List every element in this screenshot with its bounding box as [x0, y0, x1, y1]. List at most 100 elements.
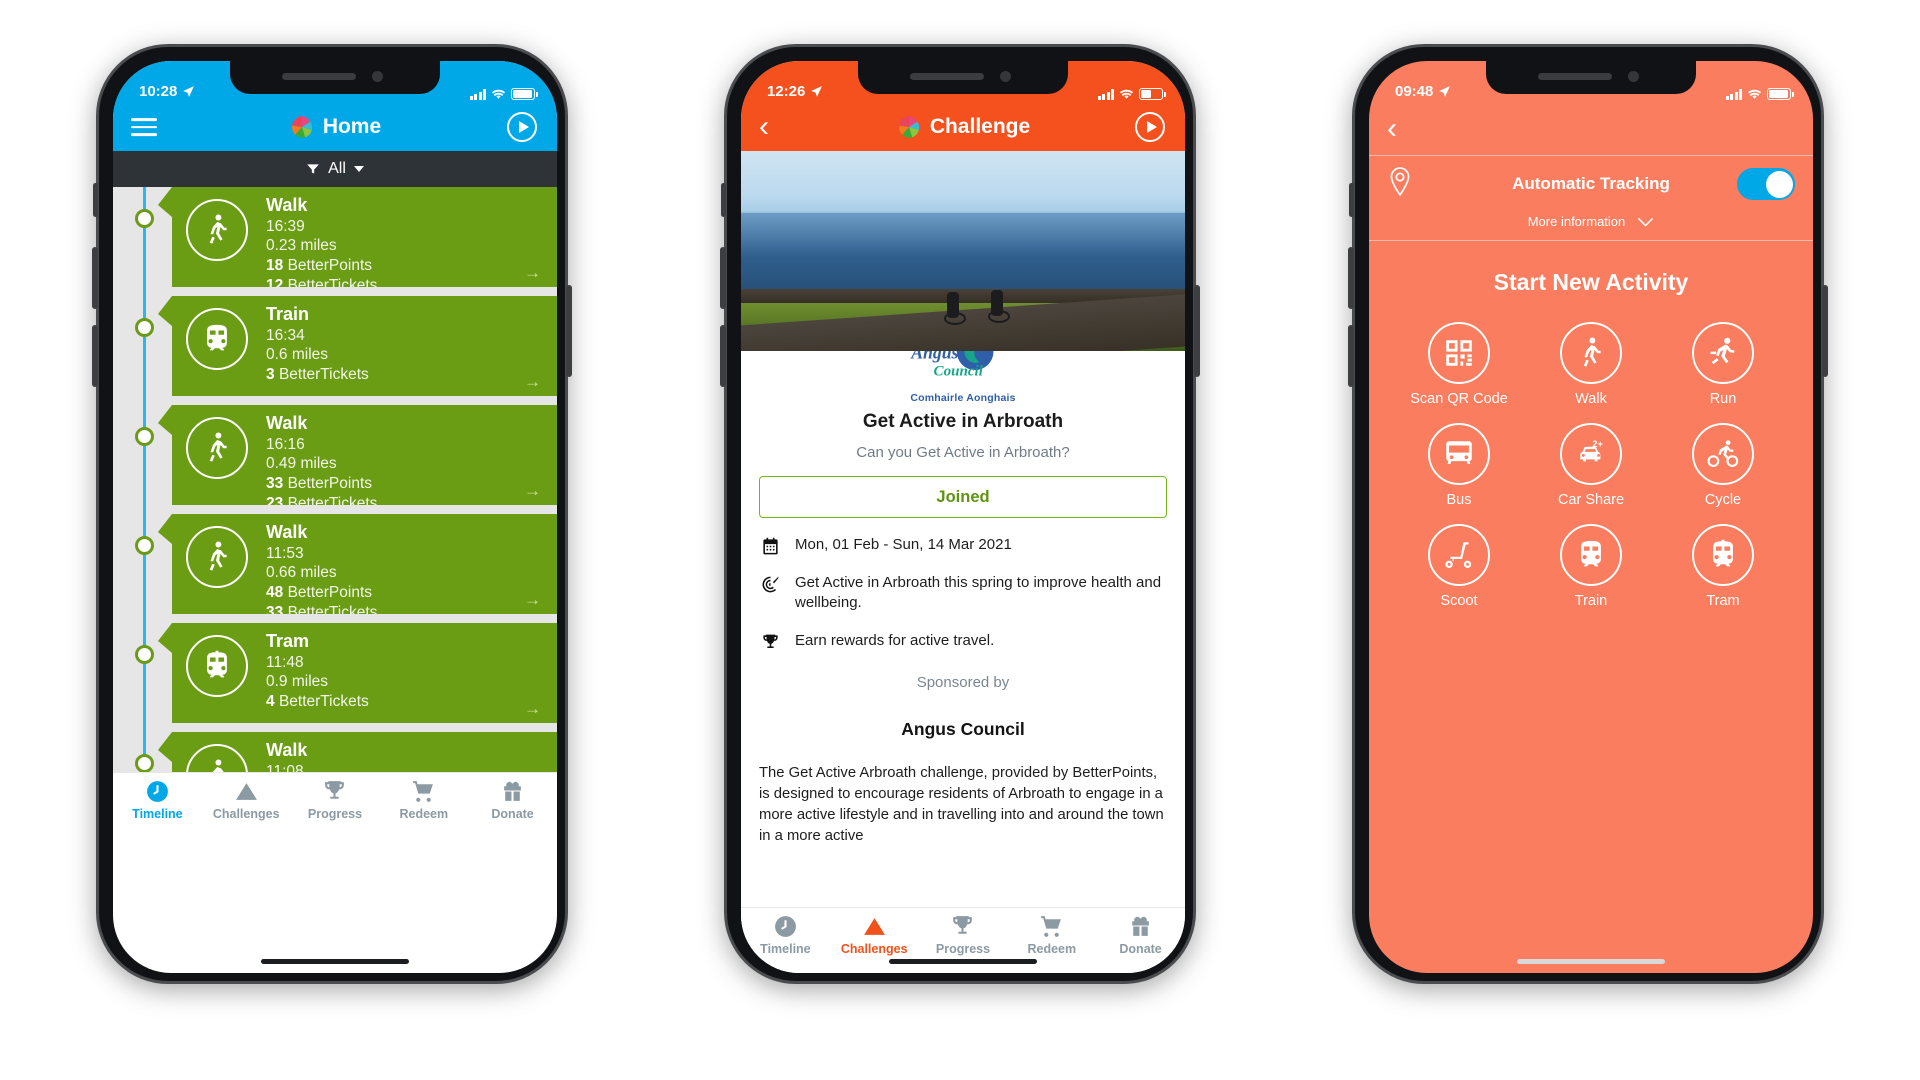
app-navbar: Home [113, 103, 557, 151]
scooter-icon [1428, 524, 1490, 586]
tab-label: Redeem [1027, 942, 1077, 956]
activity-bus[interactable]: Bus [1393, 423, 1525, 508]
volume-down-button[interactable] [1348, 325, 1354, 387]
activity-label: Scoot [1440, 593, 1478, 609]
home-indicator [889, 959, 1037, 964]
earpiece-speaker [1538, 73, 1612, 80]
cyclist-figure [988, 290, 1010, 323]
automatic-tracking-toggle[interactable] [1737, 168, 1795, 200]
bottom-tab-bar[interactable]: Timeline Challenges Progress Redeem Dona… [113, 772, 557, 838]
walk-icon [186, 526, 248, 588]
wifi-icon [1119, 89, 1134, 99]
activity-tickets: 4 BetterTickets [266, 692, 369, 712]
cellular-signal-icon [1725, 88, 1742, 100]
tab-redeem[interactable]: Redeem [379, 779, 468, 821]
calendar-icon [759, 535, 781, 556]
activity-card[interactable]: Walk 16:39 0.23 miles 18 BetterPoints 12… [158, 187, 557, 287]
power-button[interactable] [1194, 285, 1200, 377]
activity-scan-qr-code[interactable]: Scan QR Code [1393, 322, 1525, 407]
filter-bar[interactable]: All [113, 151, 557, 187]
volume-down-button[interactable] [720, 325, 726, 387]
phone-screen: 10:28 Home All Walk 16:39 0.23 miles 18 … [113, 61, 557, 973]
activity-card[interactable]: Tram 11:48 0.9 miles 4 BetterTickets → [158, 623, 557, 723]
volume-up-button[interactable] [720, 247, 726, 309]
power-button[interactable] [566, 285, 572, 377]
points-label: BetterPoints [287, 584, 372, 602]
challenge-info-row: Get Active in Arbroath this spring to im… [759, 573, 1167, 614]
challenge-description: The Get Active Arbroath challenge, provi… [759, 764, 1164, 844]
qr-code-icon [1428, 322, 1490, 384]
cart-icon [1041, 916, 1062, 937]
play-button-icon[interactable] [507, 112, 537, 142]
activity-scoot[interactable]: Scoot [1393, 524, 1525, 609]
tickets-label: BetterTickets [287, 604, 378, 622]
activity-points: 18 BetterPoints [266, 256, 377, 276]
challenge-info-row: Mon, 01 Feb - Sun, 14 Mar 2021 [759, 535, 1167, 556]
activity-tram[interactable]: Tram [1657, 524, 1789, 609]
play-button-icon[interactable] [1135, 112, 1165, 142]
screenshot-stage: 10:28 Home All Walk 16:39 0.23 miles 18 … [0, 0, 1920, 1080]
tab-redeem[interactable]: Redeem [1007, 914, 1096, 956]
tab-label: Timeline [760, 942, 811, 956]
activity-time: 11:48 [266, 653, 304, 671]
activity-card[interactable]: Train 16:34 0.6 miles 3 BetterTickets → [158, 296, 557, 396]
activity-card[interactable]: Walk 16:16 0.49 miles 33 BetterPoints 23… [158, 405, 557, 505]
tab-progress[interactable]: Progress [291, 779, 380, 821]
points-label: BetterPoints [287, 257, 372, 275]
join-challenge-button[interactable]: Joined [759, 476, 1167, 518]
activity-walk[interactable]: Walk [1525, 322, 1657, 407]
activity-distance: 0.23 miles [266, 237, 337, 255]
timeline-row[interactable]: Walk 16:16 0.49 miles 33 BetterPoints 23… [113, 405, 557, 505]
challenge-info-row: Earn rewards for active travel. [759, 631, 1167, 652]
notch [858, 61, 1068, 94]
timeline-row[interactable]: Walk 11:08 [113, 732, 557, 772]
activity-cycle[interactable]: Cycle [1657, 423, 1789, 508]
activity-label: Bus [1446, 492, 1472, 508]
tab-timeline[interactable]: Timeline [741, 914, 830, 956]
chevron-left-icon[interactable]: ‹ [759, 112, 769, 142]
timeline-list[interactable]: Walk 16:39 0.23 miles 18 BetterPoints 12… [113, 187, 557, 772]
volume-up-button[interactable] [92, 247, 98, 309]
timeline-row[interactable]: Walk 16:39 0.23 miles 18 BetterPoints 12… [113, 187, 557, 287]
automatic-tracking-row[interactable]: Automatic Tracking [1369, 156, 1813, 212]
activity-run[interactable]: Run [1657, 322, 1789, 407]
cycle-icon [1692, 423, 1754, 485]
silent-switch[interactable] [93, 183, 98, 217]
power-button[interactable] [1822, 285, 1828, 377]
silent-switch[interactable] [721, 183, 726, 217]
clock-icon [774, 916, 796, 937]
volume-up-button[interactable] [1348, 247, 1354, 309]
activity-car-share[interactable]: 2+ Car Share [1525, 423, 1657, 508]
tickets-value: 33 [266, 604, 284, 622]
chevron-left-icon[interactable]: ‹ [1387, 114, 1397, 144]
challenge-title: Get Active in Arbroath [862, 411, 1064, 432]
tab-donate[interactable]: Donate [1096, 914, 1185, 956]
activity-label: Walk [1575, 391, 1607, 407]
sea [741, 213, 1185, 295]
silent-switch[interactable] [1349, 183, 1354, 217]
timeline-row[interactable]: Walk 11:53 0.66 miles 48 BetterPoints 33… [113, 514, 557, 614]
challenge-dates: Mon, 01 Feb - Sun, 14 Mar 2021 [795, 536, 1012, 553]
tab-challenges[interactable]: Challenges [202, 779, 291, 821]
battery-icon [1767, 88, 1794, 100]
activity-card[interactable]: Walk 11:53 0.66 miles 48 BetterPoints 33… [158, 514, 557, 614]
tab-challenges[interactable]: Challenges [830, 914, 919, 956]
tab-timeline[interactable]: Timeline [113, 779, 202, 821]
navbar-title-text: Challenge [929, 115, 1031, 138]
location-arrow-icon [183, 86, 195, 97]
hamburger-menu-icon[interactable] [131, 113, 157, 141]
chevron-right-icon: → [524, 481, 541, 500]
activity-card[interactable]: Walk 11:08 [158, 732, 557, 772]
tab-progress[interactable]: Progress [919, 914, 1008, 956]
timeline-row[interactable]: Tram 11:48 0.9 miles 4 BetterTickets → [113, 623, 557, 723]
activity-label: Cycle [1704, 492, 1742, 508]
activity-train[interactable]: Train [1525, 524, 1657, 609]
timeline-row[interactable]: Train 16:34 0.6 miles 3 BetterTickets → [113, 296, 557, 396]
bus-icon [1428, 423, 1490, 485]
volume-down-button[interactable] [92, 325, 98, 387]
tab-donate[interactable]: Donate [468, 779, 557, 821]
gift-icon [504, 781, 521, 801]
activity-mode: Tram [266, 631, 310, 651]
more-information-row[interactable]: More information [1369, 212, 1813, 240]
tickets-label: BetterTickets [278, 693, 369, 711]
